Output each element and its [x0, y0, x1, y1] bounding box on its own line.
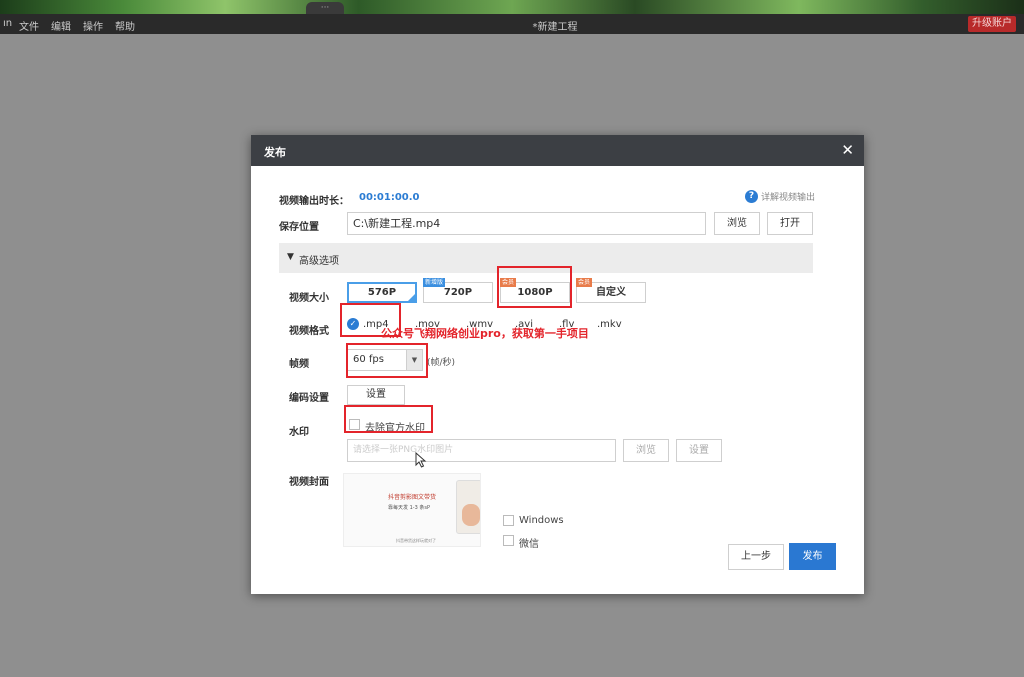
cover-thumbnail[interactable]: 抖音剪影图文带货 靠每天发 1-3 条sP 抖音带货这样玩就对了 [343, 473, 481, 547]
video-size-label: 视频大小 [289, 293, 329, 304]
publish-button[interactable]: 发布 [789, 543, 836, 570]
document-title: *新建工程 [532, 22, 578, 33]
upgrade-account-button[interactable]: 升级账户 [968, 16, 1016, 32]
advanced-options-label: 高级选项 [299, 256, 339, 267]
cover-foot-text: 抖音带货这样玩就对了 [396, 538, 436, 543]
size-option-576p[interactable]: 576P [347, 282, 417, 303]
duration-value: 00:01:00.0 [359, 192, 420, 203]
watermark-path-input[interactable]: 请选择一张PNG水印图片 [347, 439, 616, 462]
encoding-settings-button[interactable]: 设置 [347, 385, 405, 405]
watermark-label: 水印 [289, 427, 309, 438]
cover-title-text: 抖音剪影图文带货 [388, 494, 437, 501]
annotation-text: 公众号飞翔网络创业pro，获取第一手项目 [381, 327, 589, 340]
size-option-label: 自定义 [596, 287, 626, 298]
help-link-label: 详解视频输出 [761, 193, 816, 203]
windows-label: Windows [519, 515, 564, 526]
annotation-box-watermark [344, 405, 433, 433]
duration-label: 视频输出时长： [279, 196, 349, 207]
size-option-720p[interactable]: 新增版 720P [423, 278, 493, 303]
new-badge: 新增版 [423, 278, 446, 287]
size-option-label: 576P [367, 287, 397, 298]
fps-unit: (帧/秒) [427, 358, 456, 368]
cover-sub-text: 靠每天发 1-3 条sP [388, 505, 430, 511]
windows-checkbox[interactable] [503, 515, 514, 526]
top-banner [0, 0, 1024, 14]
video-format-label: 视频格式 [289, 326, 329, 337]
encoding-label: 编码设置 [289, 393, 329, 404]
size-option-label: 720P [443, 287, 473, 298]
dialog-header: 发布 ✕ [251, 135, 864, 166]
annotation-box-fps [346, 343, 428, 378]
format-option-mkv[interactable]: .mkv [597, 319, 622, 330]
publish-dialog: 发布 ✕ 视频输出时长： 00:01:00.0 ? 详解视频输出 保存位置 C:… [251, 135, 864, 594]
help-link[interactable]: ? 详解视频输出 [745, 190, 815, 203]
annotation-box-1080p [497, 266, 572, 308]
fps-label: 帧频 [289, 359, 309, 370]
selected-corner-icon [407, 293, 416, 302]
previous-step-button[interactable]: 上一步 [728, 544, 784, 570]
member-badge: 会员 [576, 278, 593, 287]
open-folder-button[interactable]: 打开 [767, 212, 813, 235]
watermark-browse-button[interactable]: 浏览 [623, 439, 669, 462]
watermark-settings-button[interactable]: 设置 [676, 439, 722, 462]
wechat-label: 微信 [519, 539, 539, 550]
dialog-title: 发布 [264, 146, 286, 159]
caret-down-icon: ▼ [287, 252, 294, 262]
size-option-custom[interactable]: 会员 自定义 [576, 278, 646, 303]
hand-image [462, 504, 480, 526]
browse-path-button[interactable]: 浏览 [714, 212, 760, 235]
save-location-label: 保存位置 [279, 222, 319, 233]
close-icon[interactable]: ✕ [841, 141, 854, 159]
mouse-cursor-icon [415, 452, 427, 468]
question-icon: ? [745, 190, 758, 203]
wechat-checkbox[interactable] [503, 535, 514, 546]
menu-bar: ın 文件 编辑 操作 帮助 *新建工程 升级账户 [0, 14, 1024, 34]
save-path-input[interactable]: C:\新建工程.mp4 [347, 212, 706, 235]
video-cover-label: 视频封面 [289, 477, 329, 488]
